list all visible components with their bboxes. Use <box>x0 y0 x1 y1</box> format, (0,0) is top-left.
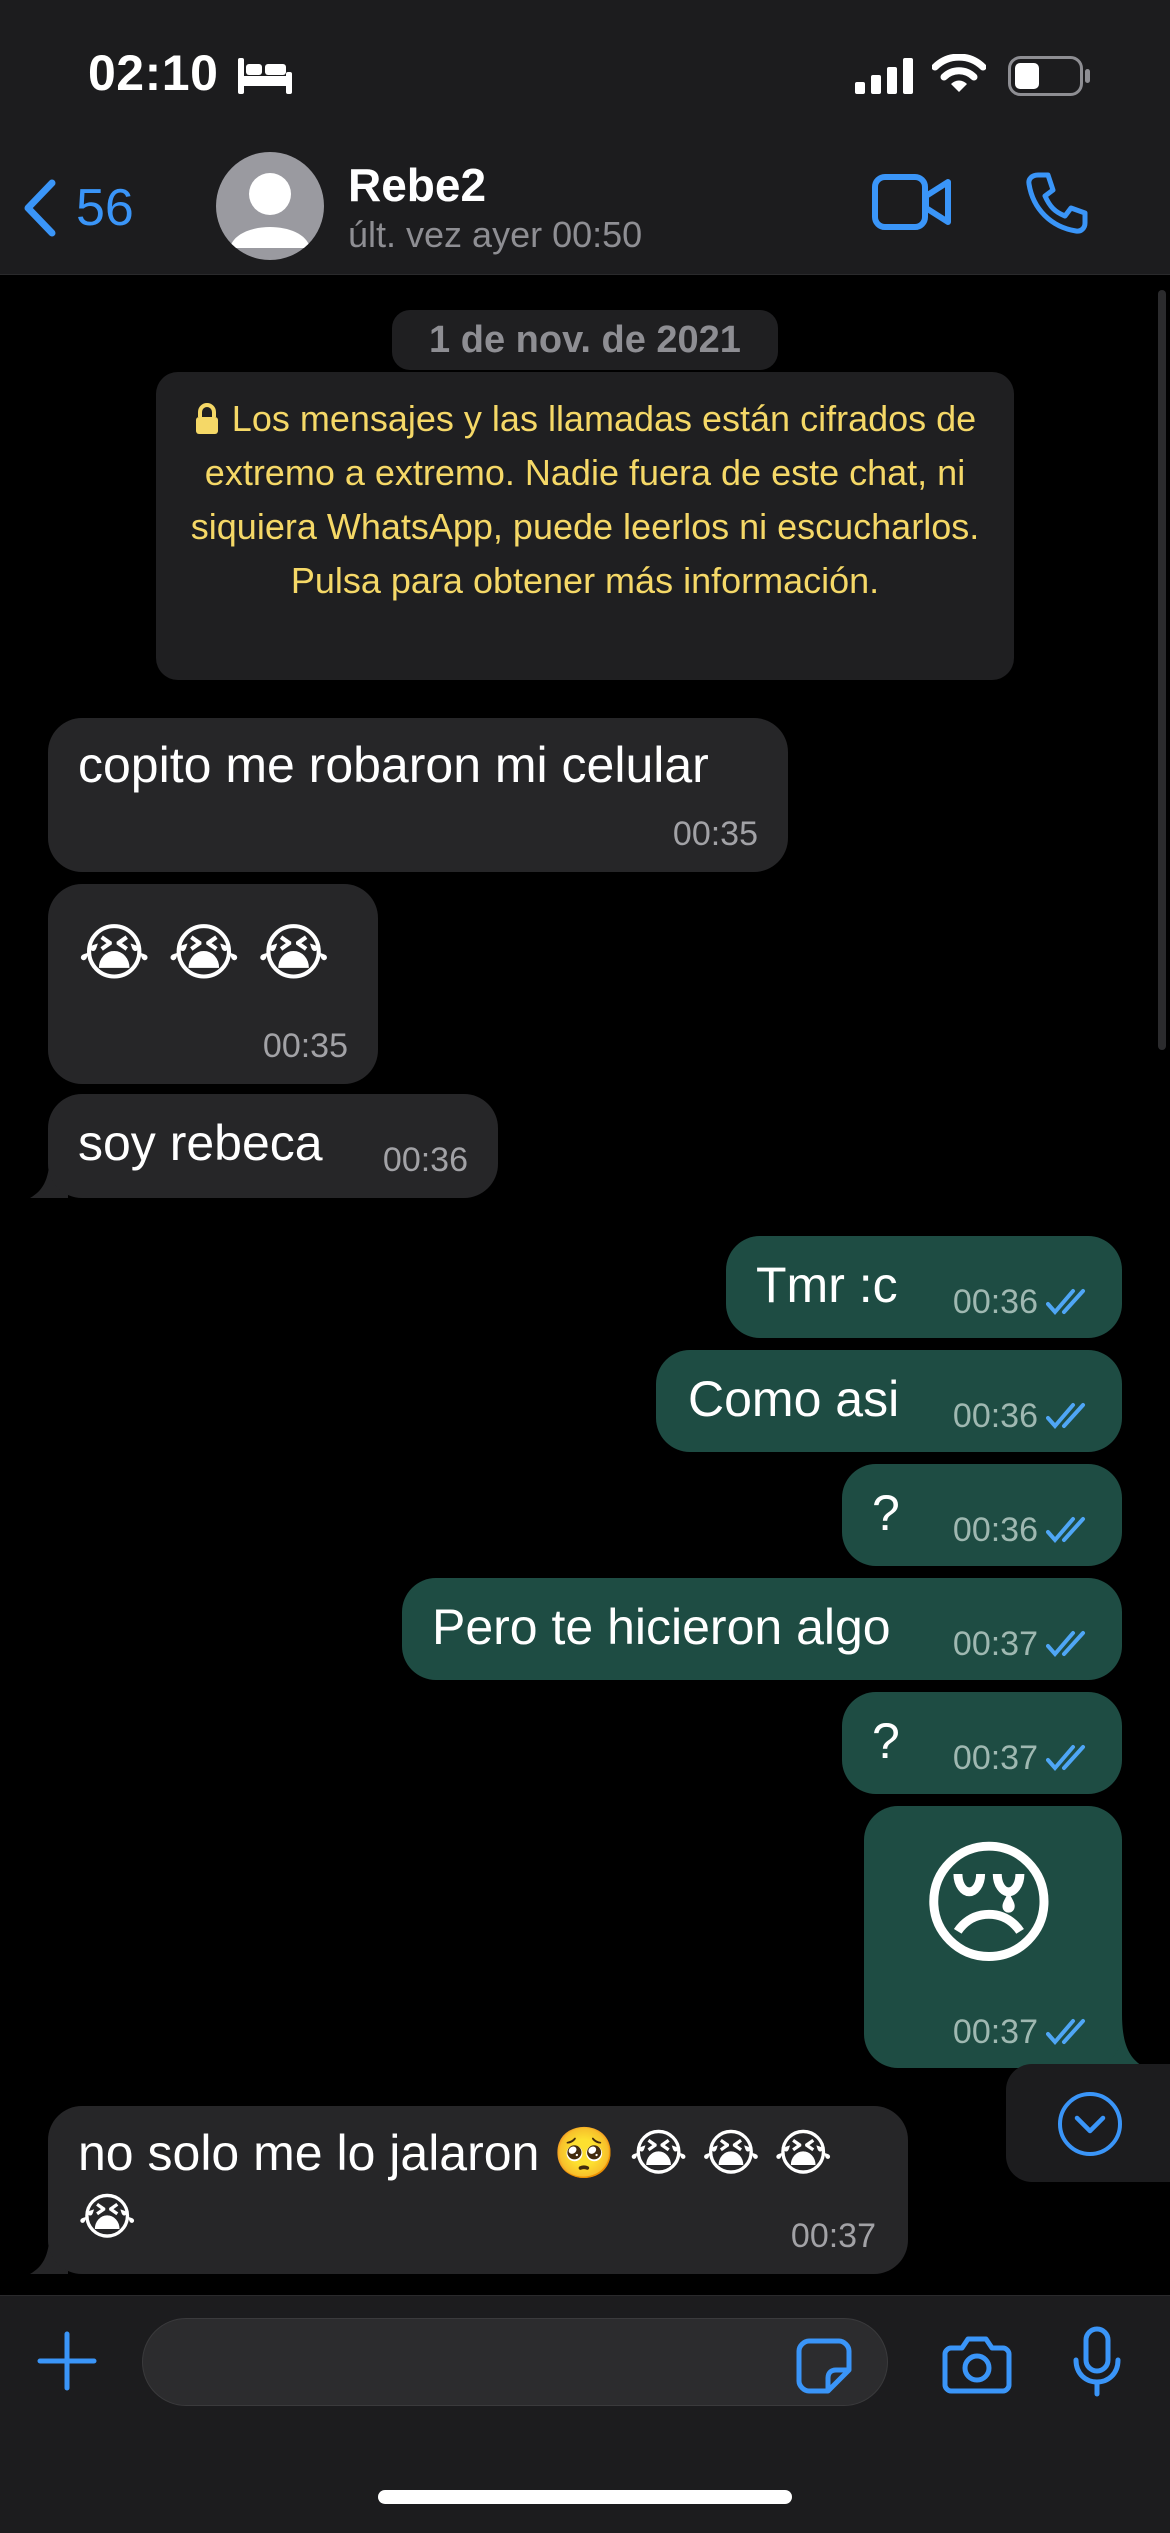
message-emoji: 😭 😭 😭 <box>78 919 330 988</box>
video-call-icon[interactable] <box>872 172 952 239</box>
message-text: 😭 <box>78 2189 137 2245</box>
avatar[interactable] <box>216 152 324 260</box>
plus-icon <box>37 2331 97 2391</box>
message-time: 00:37 <box>952 1739 1038 1777</box>
camera-icon <box>942 2336 1012 2394</box>
read-receipt-icon <box>1046 1631 1085 1658</box>
read-receipt-icon <box>1046 1745 1085 1772</box>
message-bubble-outgoing[interactable]: Tmr :c 00:36 <box>726 1236 1122 1338</box>
encryption-notice[interactable]: Los mensajes y las llamadas están cifrad… <box>156 372 1014 680</box>
microphone-icon <box>1073 2326 1121 2397</box>
attach-button[interactable] <box>36 2330 98 2397</box>
message-time: 00:37 <box>790 2217 876 2255</box>
message-bubble-incoming[interactable]: copito me robaron mi celular 00:35 <box>48 718 788 872</box>
signal-icon <box>855 58 915 99</box>
message-time: 00:36 <box>382 1141 468 1179</box>
scroll-indicator[interactable] <box>1158 290 1166 1050</box>
message-bubble-outgoing[interactable]: Pero te hicieron algo 00:37 <box>402 1578 1122 1680</box>
last-seen: últ. vez ayer 00:50 <box>348 214 643 255</box>
message-text: ? <box>872 1713 900 1769</box>
message-text: Tmr :c <box>756 1257 898 1313</box>
battery-icon <box>1008 56 1092 101</box>
microphone-button[interactable] <box>1072 2326 1122 2403</box>
message-text: copito me robaron mi celular <box>78 737 709 793</box>
scroll-to-bottom-button[interactable] <box>1006 2064 1170 2182</box>
message-bubble-incoming[interactable]: soy rebeca 00:36 <box>48 1094 498 1198</box>
voice-call-icon[interactable] <box>1024 170 1090 241</box>
message-emoji: 😢 <box>918 1828 1060 1980</box>
home-indicator[interactable] <box>378 2490 792 2504</box>
message-bubble-outgoing[interactable]: Como asi 00:36 <box>656 1350 1122 1452</box>
camera-button[interactable] <box>942 2334 1012 2399</box>
message-text: Pero te hicieron algo <box>432 1599 891 1655</box>
message-bubble-outgoing[interactable]: ? 00:37 <box>842 1692 1122 1794</box>
status-time: 02:10 <box>88 45 219 101</box>
back-button[interactable]: 56 <box>22 168 134 248</box>
message-bubble-incoming[interactable]: no solo me lo jalaron 🥺 😭 😭 😭 😭 00:37 <box>48 2106 908 2274</box>
message-text: soy rebeca <box>78 1115 323 1171</box>
message-text: ? <box>872 1485 900 1541</box>
unread-count: 56 <box>76 179 134 237</box>
message-bubble-incoming[interactable]: 😭 😭 😭 00:35 <box>48 884 378 1084</box>
sticker-icon <box>796 2338 852 2394</box>
sticker-button[interactable] <box>796 2338 852 2399</box>
message-bubble-outgoing[interactable]: ? 00:36 <box>842 1464 1122 1566</box>
message-time: 00:36 <box>952 1397 1038 1435</box>
bed-icon <box>238 58 292 99</box>
contact-name[interactable]: Rebe2 <box>348 158 486 212</box>
chevron-down-icon <box>1058 2092 1122 2156</box>
message-time: 00:36 <box>952 1283 1038 1321</box>
message-time: 00:35 <box>672 815 758 853</box>
wifi-icon <box>931 53 987 99</box>
message-time: 00:36 <box>952 1511 1038 1549</box>
read-receipt-icon <box>1046 1517 1085 1544</box>
encryption-notice-text: Los mensajes y las llamadas están cifrad… <box>190 398 980 601</box>
message-text: Como asi <box>688 1371 900 1427</box>
lock-icon <box>195 403 218 434</box>
message-bubble-outgoing[interactable]: 😢 00:37 <box>864 1806 1122 2068</box>
message-time: 00:37 <box>952 1625 1038 1663</box>
read-receipt-icon <box>1046 1289 1085 1316</box>
date-separator: 1 de nov. de 2021 <box>392 310 778 370</box>
message-time: 00:35 <box>262 1027 348 1065</box>
read-receipt-icon <box>1046 1403 1085 1430</box>
read-receipt-icon <box>1046 2019 1085 2046</box>
message-input[interactable] <box>142 2318 888 2406</box>
chevron-left-icon <box>24 179 56 237</box>
message-time: 00:37 <box>952 2013 1038 2051</box>
message-text: no solo me lo jalaron 🥺 😭 😭 😭 <box>78 2125 833 2181</box>
